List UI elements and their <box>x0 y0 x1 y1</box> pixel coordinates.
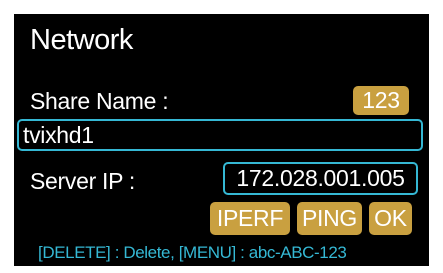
input-mode-button[interactable]: 123 <box>353 86 409 115</box>
network-settings-panel: Network Share Name : 123 tvixhd1 Server … <box>14 14 429 266</box>
ok-button[interactable]: OK <box>369 202 412 235</box>
ping-button[interactable]: PING <box>297 202 362 235</box>
key-hint: [DELETE] : Delete, [MENU] : abc-ABC-123 <box>38 243 347 262</box>
share-name-field[interactable]: tvixhd1 <box>17 119 423 151</box>
screen: Network Share Name : 123 tvixhd1 Server … <box>0 0 443 273</box>
server-ip-field[interactable]: 172.028.001.005 <box>223 162 418 195</box>
server-ip-label: Server IP : <box>30 168 135 194</box>
page-title: Network <box>30 24 133 56</box>
iperf-button[interactable]: IPERF <box>210 202 290 235</box>
share-name-label: Share Name : <box>30 88 169 114</box>
